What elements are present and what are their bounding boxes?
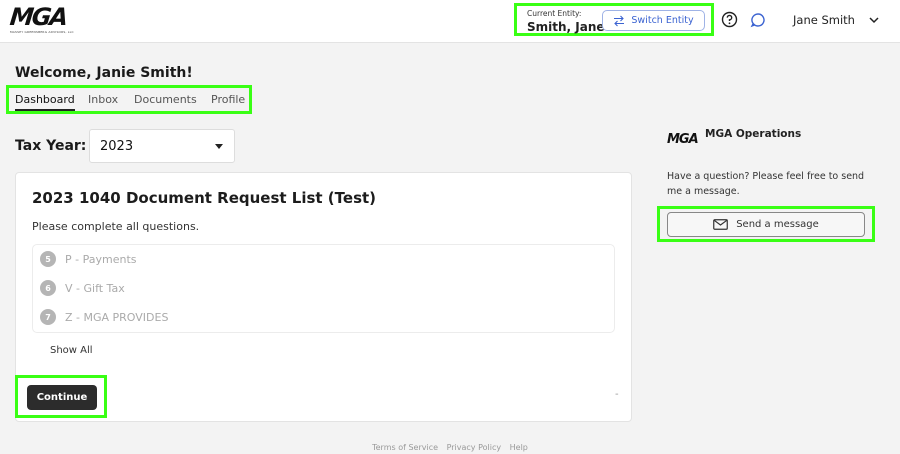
- question-number: 6: [40, 280, 56, 296]
- question-label: V - Gift Tax: [65, 281, 125, 295]
- tax-year-value: 2023: [100, 139, 134, 154]
- privacy-link[interactable]: Privacy Policy: [447, 443, 502, 452]
- tab-profile[interactable]: Profile: [211, 93, 245, 106]
- send-message-label: Send a message: [736, 219, 819, 230]
- question-label: Z - MGA PROVIDES: [65, 310, 169, 324]
- top-bar: MGA MASSEY GREENSBERG ADVISORS, LLC Curr…: [0, 0, 900, 43]
- document-request-card: 2023 1040 Document Request List (Test) P…: [15, 172, 632, 422]
- user-menu-name[interactable]: Jane Smith: [793, 13, 855, 27]
- chat-icon[interactable]: [750, 12, 766, 28]
- help-icon[interactable]: [721, 11, 738, 28]
- logo-text: MGA: [8, 3, 68, 31]
- tax-year-select[interactable]: 2023: [89, 129, 235, 163]
- question-number: 7: [40, 309, 56, 325]
- swap-arrows-icon: [614, 15, 625, 26]
- entity-name: Smith, Jane: [527, 20, 605, 34]
- question-label: P - Payments: [65, 252, 137, 266]
- tab-inbox[interactable]: Inbox: [88, 93, 118, 106]
- terms-link[interactable]: Terms of Service: [372, 443, 438, 452]
- help-link[interactable]: Help: [510, 443, 528, 452]
- ops-logo: MGA: [667, 132, 699, 147]
- tab-documents[interactable]: Documents: [134, 93, 197, 106]
- continue-highlight: Continue: [15, 375, 107, 418]
- card-title: 2023 1040 Document Request List (Test): [32, 189, 377, 207]
- ops-help-text: Have a question? Please feel free to sen…: [667, 171, 865, 197]
- chevron-down-icon[interactable]: [868, 15, 880, 25]
- send-message-highlight: Send a message: [657, 206, 875, 242]
- switch-entity-button[interactable]: Switch Entity: [602, 10, 705, 31]
- tab-dashboard[interactable]: Dashboard: [15, 93, 75, 111]
- question-list: 5 P - Payments 6 V - Gift Tax 7 Z - MGA …: [32, 244, 615, 333]
- continue-button[interactable]: Continue: [27, 385, 97, 410]
- card-dash: -: [615, 389, 619, 400]
- entity-caption: Current Entity:: [527, 9, 582, 18]
- list-item[interactable]: 6 V - Gift Tax: [40, 279, 125, 297]
- ops-title: MGA Operations: [705, 128, 802, 140]
- welcome-heading: Welcome, Janie Smith!: [15, 65, 193, 81]
- envelope-icon: [713, 219, 729, 230]
- tax-year-label: Tax Year:: [15, 138, 87, 154]
- company-logo[interactable]: MGA MASSEY GREENSBERG ADVISORS, LLC: [8, 3, 74, 36]
- current-entity-box: Current Entity: Smith, Jane Switch Entit…: [514, 3, 714, 36]
- switch-entity-label: Switch Entity: [631, 15, 694, 26]
- card-instruction: Please complete all questions.: [32, 220, 200, 233]
- show-all-link[interactable]: Show All: [50, 345, 93, 356]
- list-item[interactable]: 7 Z - MGA PROVIDES: [40, 308, 168, 326]
- footer: Terms of Service Privacy Policy Help: [0, 443, 900, 452]
- list-item[interactable]: 5 P - Payments: [40, 250, 136, 268]
- send-message-button[interactable]: Send a message: [667, 212, 865, 237]
- main-tabs: Dashboard Inbox Documents Profile: [6, 85, 252, 114]
- question-number: 5: [40, 251, 56, 267]
- caret-down-icon: [215, 144, 223, 149]
